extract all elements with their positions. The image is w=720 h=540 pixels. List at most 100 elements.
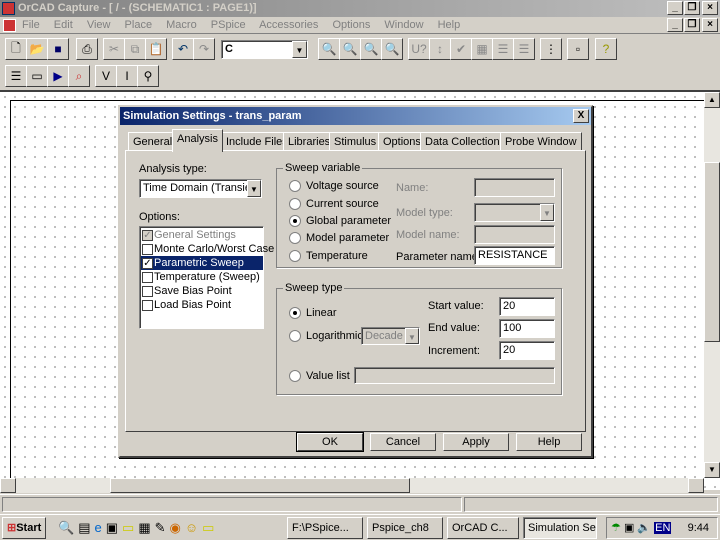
tab-general[interactable]: General	[128, 132, 178, 151]
scroll-right-icon[interactable]	[688, 478, 704, 493]
scroll-left-icon[interactable]	[0, 478, 16, 493]
option-monte-carlo[interactable]: Monte Carlo/Worst Case	[141, 242, 274, 256]
start-value-input[interactable]: 20	[499, 297, 555, 316]
option-load-bias-point[interactable]: Load Bias Point	[141, 298, 263, 312]
doc-restore-button[interactable]: ❐	[684, 18, 700, 32]
paste-icon[interactable]: 📋	[145, 38, 167, 60]
ok-button[interactable]: OK	[296, 432, 364, 452]
language-indicator[interactable]: EN	[654, 522, 672, 534]
zoom-out-icon[interactable]: 🔍	[339, 38, 361, 60]
clock[interactable]: 9:44	[688, 518, 709, 538]
messenger-icon[interactable]: ☺	[185, 520, 202, 535]
menu-file[interactable]: File	[22, 19, 40, 31]
radio-current-source[interactable]: Current source	[289, 198, 379, 211]
volume-icon[interactable]: 🔈	[637, 522, 651, 534]
menu-help[interactable]: Help	[438, 19, 461, 31]
copy-icon[interactable]: ⧉	[124, 38, 146, 60]
apply-button[interactable]: Apply	[443, 433, 509, 451]
option-parametric-sweep[interactable]: ✓ Parametric Sweep	[141, 256, 263, 270]
restore-button[interactable]: ❐	[684, 1, 700, 15]
annotate-icon[interactable]: U?	[408, 38, 430, 60]
parameter-name-input[interactable]: RESISTANCE	[474, 246, 555, 265]
chevron-down-icon[interactable]: ▼	[247, 180, 261, 197]
project-manager-icon[interactable]: ▫	[567, 38, 589, 60]
radio-logarithmic[interactable]: Logarithmic	[289, 330, 363, 343]
run-icon[interactable]: ▶	[47, 65, 69, 87]
undo-icon[interactable]: ↶	[172, 38, 194, 60]
app-icon[interactable]: ▣	[106, 520, 122, 535]
new-icon[interactable]: 🗋	[5, 38, 27, 60]
current-marker-icon[interactable]: I	[116, 65, 138, 87]
radio-icon[interactable]	[289, 250, 301, 263]
radio-temperature[interactable]: Temperature	[289, 250, 368, 263]
doc-minimize-button[interactable]: _	[667, 18, 683, 32]
chevron-down-icon[interactable]: ▼	[540, 204, 554, 221]
increment-input[interactable]: 20	[499, 341, 555, 360]
voltage-differential-marker-icon[interactable]: ⚲	[137, 65, 159, 87]
minimize-button[interactable]: _	[667, 1, 683, 15]
scroll-down-icon[interactable]: ▼	[704, 462, 720, 478]
folder-icon[interactable]: ▭	[122, 520, 138, 535]
zoom-all-icon[interactable]: 🔍	[381, 38, 403, 60]
log-scale-select[interactable]: Decade ▼	[361, 327, 420, 345]
tab-stimulus[interactable]: Stimulus	[329, 132, 382, 151]
tab-data-collection[interactable]: Data Collection	[420, 132, 505, 151]
menu-edit[interactable]: Edit	[54, 19, 73, 31]
edit-simulation-settings-icon[interactable]: ▭	[26, 65, 48, 87]
help-button[interactable]: Help	[516, 433, 582, 451]
computer-icon[interactable]: ▣	[624, 522, 634, 534]
model-name-input[interactable]	[474, 225, 555, 244]
network-icon[interactable]: ☂	[611, 522, 621, 534]
drc-icon[interactable]: ✔	[450, 38, 472, 60]
menu-macro[interactable]: Macro	[166, 19, 197, 31]
internet-explorer-icon[interactable]: e	[94, 520, 105, 535]
menu-options[interactable]: Options	[332, 19, 370, 31]
save-icon[interactable]: ■	[47, 38, 69, 60]
folder-icon[interactable]: ▭	[202, 520, 218, 535]
chevron-down-icon[interactable]: ▼	[292, 41, 307, 58]
calculator-icon[interactable]: ▦	[138, 520, 154, 535]
netlist-icon[interactable]: ▦	[471, 38, 493, 60]
radio-model-parameter[interactable]: Model parameter	[289, 232, 389, 245]
redo-icon[interactable]: ↷	[193, 38, 215, 60]
task-orcad-capture[interactable]: OrCAD C...	[447, 517, 519, 539]
radio-icon[interactable]	[289, 180, 301, 193]
checkbox-checked-icon[interactable]: ✓	[142, 229, 153, 241]
radio-value-list[interactable]: Value list	[289, 370, 350, 383]
dialog-close-button[interactable]: X	[573, 109, 589, 123]
checkbox-icon[interactable]	[142, 299, 153, 311]
vertical-scroll-thumb[interactable]	[704, 162, 720, 342]
checkbox-icon[interactable]	[142, 271, 153, 283]
option-save-bias-point[interactable]: Save Bias Point	[141, 284, 263, 298]
print-icon[interactable]: ⎙	[76, 38, 98, 60]
checkbox-icon[interactable]	[142, 285, 153, 297]
snap-to-grid-icon[interactable]: ⋮	[540, 38, 562, 60]
name-input[interactable]	[474, 178, 555, 197]
task-explorer[interactable]: F:\PSpice...	[287, 517, 363, 539]
radio-icon[interactable]	[289, 370, 301, 383]
analysis-type-select[interactable]: Time Domain (Transient) ▼	[139, 179, 262, 198]
radio-selected-icon[interactable]	[289, 215, 301, 228]
tab-analysis[interactable]: Analysis	[172, 129, 223, 152]
part-combo[interactable]: C ▼	[221, 40, 308, 59]
option-temperature-sweep[interactable]: Temperature (Sweep)	[141, 270, 263, 284]
task-pspice-ch8[interactable]: Pspice_ch8	[367, 517, 443, 539]
horizontal-scroll-thumb[interactable]	[110, 478, 410, 493]
horizontal-scrollbar[interactable]	[0, 478, 704, 493]
menu-accessories[interactable]: Accessories	[259, 19, 318, 31]
option-general-settings[interactable]: ✓ General Settings	[141, 228, 263, 242]
value-list-input[interactable]	[354, 367, 555, 384]
end-value-input[interactable]: 100	[499, 319, 555, 338]
notepad-icon[interactable]: ▤	[78, 520, 94, 535]
view-simulation-results-icon[interactable]: ⌕	[68, 65, 90, 87]
radio-icon[interactable]	[289, 198, 301, 211]
search-icon[interactable]: 🔍	[58, 520, 78, 535]
checkbox-icon[interactable]	[142, 243, 153, 255]
zoom-area-icon[interactable]: 🔍	[360, 38, 382, 60]
cancel-button[interactable]: Cancel	[370, 433, 436, 451]
tab-include-files[interactable]: Include Files	[221, 132, 293, 151]
bill-of-materials-icon[interactable]: ☰	[513, 38, 535, 60]
zoom-in-icon[interactable]: 🔍	[318, 38, 340, 60]
tab-probe-window[interactable]: Probe Window	[500, 132, 582, 151]
paint-icon[interactable]: ✎	[155, 520, 170, 535]
